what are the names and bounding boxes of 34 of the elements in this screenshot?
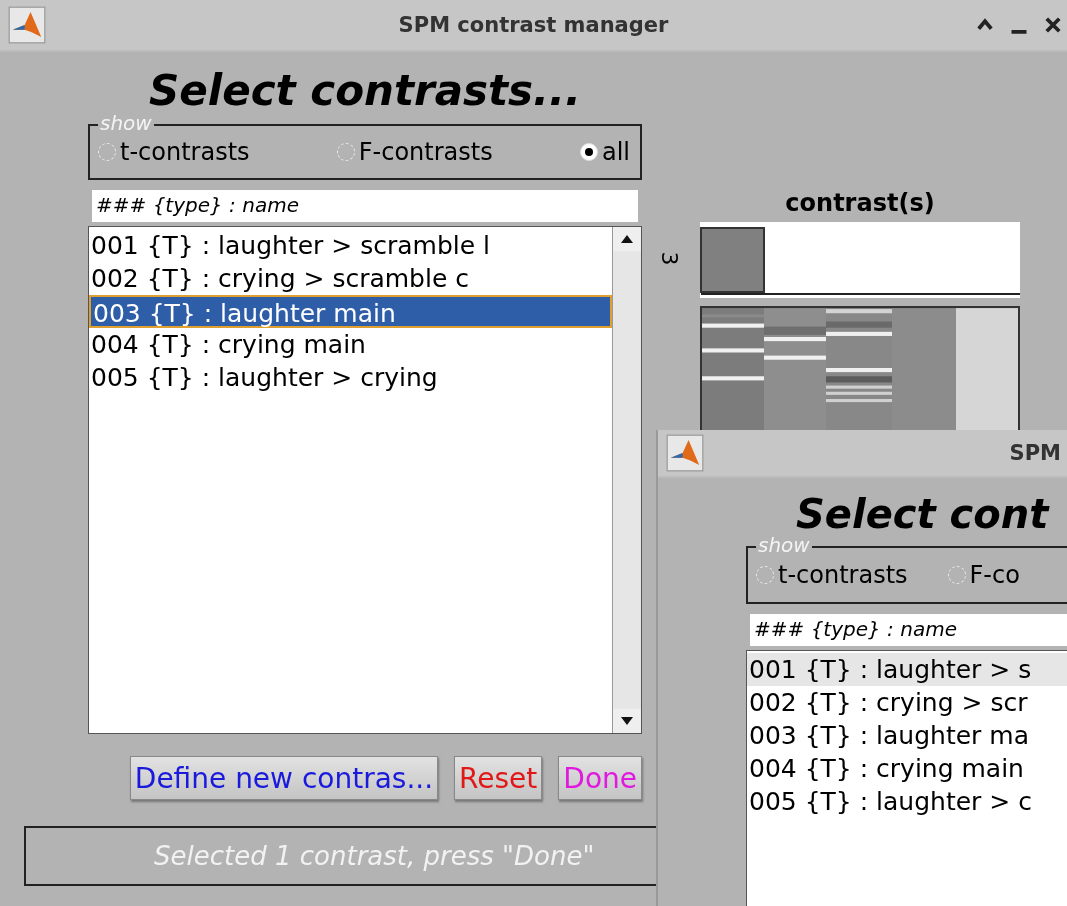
radio-icon[interactable] (756, 566, 774, 584)
close-icon[interactable] (1043, 15, 1063, 35)
list-item[interactable]: 002 {T} : crying > scr (747, 686, 1067, 719)
radio-icon[interactable] (579, 143, 598, 161)
list-item[interactable]: 005 {T} : laughter > crying (89, 361, 612, 394)
radio-icon[interactable] (947, 566, 966, 584)
scroll-up-icon[interactable] (613, 227, 641, 251)
radio-icon[interactable] (98, 143, 116, 161)
app-icon[interactable] (8, 6, 46, 44)
radio-option[interactable]: t-contrasts (98, 138, 250, 166)
panel-title: contrast(s) (784, 188, 936, 218)
list-item[interactable]: 003 {T} : laughter main (89, 295, 612, 328)
radio-option[interactable]: all (579, 138, 630, 166)
app-icon[interactable] (666, 434, 704, 472)
scrollbar[interactable] (612, 227, 641, 733)
list-item[interactable]: 001 {T} : laughter > scramble l (89, 229, 612, 262)
list-item[interactable]: 001 {T} : laughter > s (747, 653, 1067, 686)
status-text: Selected 1 contrast, press "Done" (154, 841, 595, 871)
axis-label: 3 (656, 251, 682, 266)
radio-option[interactable]: t-contrasts (756, 561, 908, 589)
list-header: ### {type} : name (750, 614, 1067, 646)
radio-option[interactable]: F-co (947, 561, 1020, 589)
list-item[interactable]: 004 {T} : crying main (89, 328, 612, 361)
list-header: ### {type} : name (92, 190, 638, 222)
list-item[interactable]: 002 {T} : crying > scramble c (89, 262, 612, 295)
action-button[interactable]: Define new contras... (129, 756, 439, 800)
scroll-down-icon[interactable] (613, 709, 641, 733)
window-title: SPM contrast manager (398, 13, 669, 37)
window-title: SPM (1009, 441, 1061, 465)
radio-option[interactable]: F-contrasts (336, 138, 493, 166)
list-item[interactable]: 003 {T} : laughter ma (747, 719, 1067, 752)
list-item[interactable]: 005 {T} : laughter > c (747, 785, 1067, 818)
radio-icon[interactable] (336, 143, 355, 161)
list-item[interactable]: 004 {T} : crying main (747, 752, 1067, 785)
